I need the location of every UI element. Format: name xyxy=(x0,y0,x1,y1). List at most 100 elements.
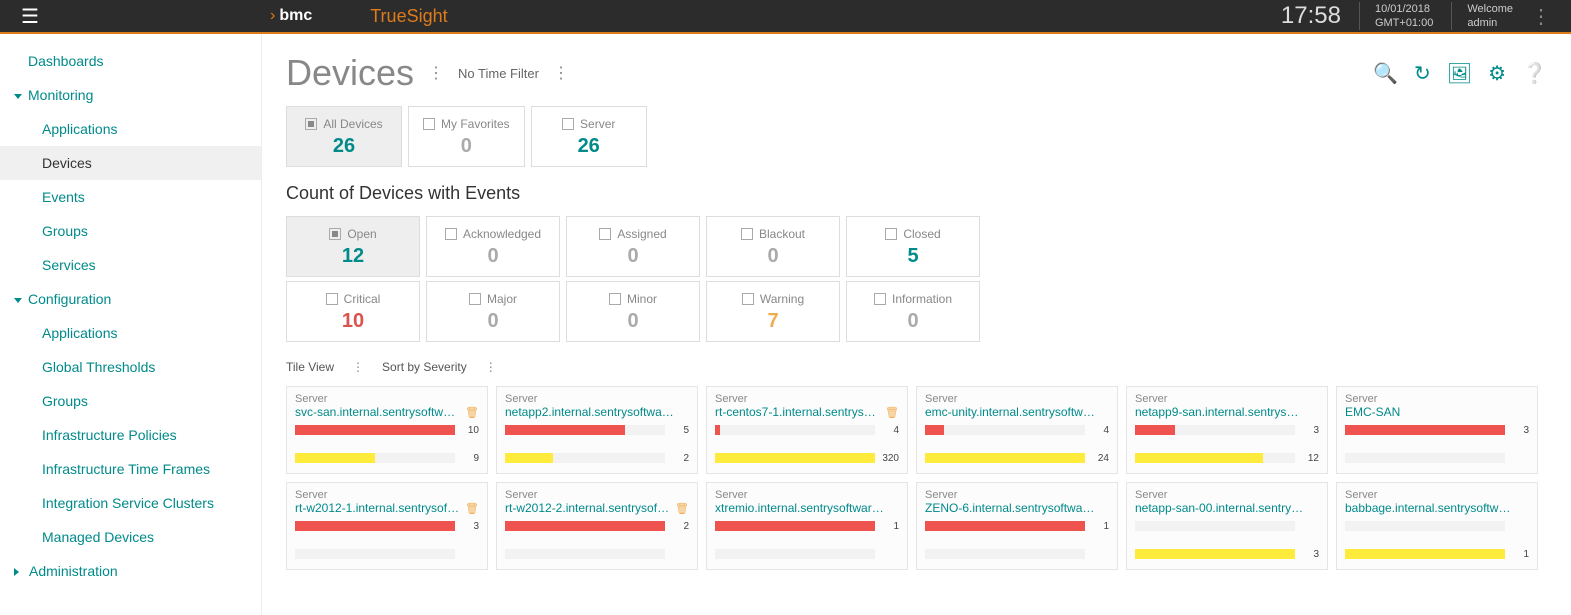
trash-icon[interactable]: 🗑 xyxy=(675,502,689,515)
image-icon[interactable]: 🖼 xyxy=(1447,61,1472,86)
filter-tile-information[interactable]: Information0 xyxy=(846,281,980,342)
header-right: 17:58 10/01/2018 GMT+01:00 Welcome admin… xyxy=(1281,2,1571,31)
device-name-link[interactable]: netapp9-san.internal.sentrysoftw… xyxy=(1135,405,1305,419)
nav-configuration[interactable]: Configuration xyxy=(0,282,261,316)
nav-dashboards[interactable]: Dashboards xyxy=(0,44,261,78)
bmc-logo: ›bmc xyxy=(270,7,312,25)
sidebar-item-events[interactable]: Events xyxy=(0,180,261,214)
warning-bar: 9 xyxy=(295,451,479,465)
device-name-link[interactable]: xtremio.internal.sentrysoftware… xyxy=(715,501,885,515)
device-group-tabs: All Devices26My Favorites0Server26 xyxy=(286,106,1547,167)
help-icon[interactable]: ❔ xyxy=(1522,61,1547,86)
device-card[interactable]: Serverbabbage.internal.sentrysoftware.…1 xyxy=(1336,482,1538,570)
device-card[interactable]: Serverrt-w2012-2.internal.sentrysoftw…🗑2 xyxy=(496,482,698,570)
sidebar-item-groups[interactable]: Groups xyxy=(0,384,261,418)
device-type-label: Server xyxy=(1345,393,1529,405)
sidebar-item-managed-devices[interactable]: Managed Devices xyxy=(0,520,261,554)
sort-mode[interactable]: Sort by Severity xyxy=(382,360,467,374)
filter-tile-open[interactable]: Open12 xyxy=(286,216,420,277)
device-name-link[interactable]: rt-w2012-1.internal.sentrysoftw… xyxy=(295,501,461,515)
gear-icon[interactable]: ⚙ xyxy=(1488,61,1506,86)
device-card[interactable]: Serverrt-w2012-1.internal.sentrysoftw…🗑3 xyxy=(286,482,488,570)
trash-icon[interactable]: 🗑 xyxy=(885,406,899,419)
header-menu-icon[interactable]: ⋮ xyxy=(1531,4,1551,29)
device-type-label: Server xyxy=(1135,393,1319,405)
warning-bar: 3 xyxy=(1135,547,1319,561)
sidebar-item-applications[interactable]: Applications xyxy=(0,316,261,350)
critical-bar: 4 xyxy=(925,423,1109,437)
critical-bar: 3 xyxy=(1345,423,1529,437)
welcome-label: Welcome xyxy=(1467,2,1513,16)
device-name-link[interactable]: emc-unity.internal.sentrysoftware… xyxy=(925,405,1095,419)
device-card[interactable]: Serverxtremio.internal.sentrysoftware… 1 xyxy=(706,482,908,570)
checkbox-icon xyxy=(305,118,317,130)
device-name-link[interactable]: svc-san.internal.sentrysoftware.net xyxy=(295,405,461,419)
date: 10/01/2018 xyxy=(1375,2,1433,16)
device-card[interactable]: Servernetapp-san-00.internal.sentrysoft…… xyxy=(1126,482,1328,570)
device-name-link[interactable]: rt-centos7-1.internal.sentrysoft… xyxy=(715,405,881,419)
user-name: admin xyxy=(1467,16,1513,30)
device-card[interactable]: Serverrt-centos7-1.internal.sentrysoft… 🗑… xyxy=(706,386,908,474)
trash-icon[interactable]: 🗑 xyxy=(465,502,479,515)
device-type-label: Server xyxy=(505,393,689,405)
device-type-label: Server xyxy=(715,393,899,405)
device-name-link[interactable]: ZENO-6.internal.sentrysoftware.net xyxy=(925,501,1095,515)
filter-tile-closed[interactable]: Closed5 xyxy=(846,216,980,277)
sidebar-item-groups[interactable]: Groups xyxy=(0,214,261,248)
device-card[interactable]: Serveremc-unity.internal.sentrysoftware…… xyxy=(916,386,1118,474)
checkbox-icon xyxy=(609,293,621,305)
sidebar-item-applications[interactable]: Applications xyxy=(0,112,261,146)
user-col: Welcome admin xyxy=(1451,2,1513,31)
device-card[interactable]: Servernetapp2.internal.sentrysoftware.ne… xyxy=(496,386,698,474)
device-name-link[interactable]: EMC-SAN xyxy=(1345,405,1400,419)
sort-menu-icon[interactable]: ⋮ xyxy=(485,360,497,374)
device-name-link[interactable]: babbage.internal.sentrysoftware.… xyxy=(1345,501,1515,515)
device-card[interactable]: ServerZENO-6.internal.sentrysoftware.net… xyxy=(916,482,1118,570)
critical-bar: 1 xyxy=(715,519,899,533)
device-name-link[interactable]: rt-w2012-2.internal.sentrysoftw… xyxy=(505,501,671,515)
filter-tile-blackout[interactable]: Blackout0 xyxy=(706,216,840,277)
sidebar-item-devices[interactable]: Devices xyxy=(0,146,261,180)
sidebar-item-infrastructure-time-frames[interactable]: Infrastructure Time Frames xyxy=(0,452,261,486)
filter-tile-server[interactable]: Server26 xyxy=(531,106,647,167)
critical-bar: 2 xyxy=(505,519,689,533)
time-filter-label[interactable]: No Time Filter xyxy=(458,66,539,81)
warning-bar: 1 xyxy=(1345,547,1529,561)
sidebar-item-global-thresholds[interactable]: Global Thresholds xyxy=(0,350,261,384)
filter-menu-icon[interactable]: ⋮ xyxy=(428,63,444,83)
view-mode[interactable]: Tile View xyxy=(286,360,334,374)
device-card[interactable]: Serversvc-san.internal.sentrysoftware.ne… xyxy=(286,386,488,474)
device-name-link[interactable]: netapp-san-00.internal.sentrysoft… xyxy=(1135,501,1305,515)
filter-tile-warning[interactable]: Warning7 xyxy=(706,281,840,342)
checkbox-icon xyxy=(469,293,481,305)
event-severity-tabs: Critical10Major0Minor0Warning7Informatio… xyxy=(286,281,1547,342)
caret-down-icon xyxy=(14,298,22,303)
device-type-label: Server xyxy=(295,393,479,405)
trash-icon[interactable]: 🗑 xyxy=(465,406,479,419)
sidebar-item-infrastructure-policies[interactable]: Infrastructure Policies xyxy=(0,418,261,452)
search-icon[interactable]: 🔍 xyxy=(1373,61,1398,86)
timezone: GMT+01:00 xyxy=(1375,16,1433,30)
page-title: Devices xyxy=(286,52,414,94)
nav-administration[interactable]: Administration xyxy=(0,554,261,588)
filter-tile-major[interactable]: Major0 xyxy=(426,281,560,342)
critical-bar: 3 xyxy=(1135,423,1319,437)
device-name-link[interactable]: netapp2.internal.sentrysoftware.net xyxy=(505,405,675,419)
filter-options-icon[interactable]: ⋮ xyxy=(553,63,569,83)
filter-tile-my-favorites[interactable]: My Favorites0 xyxy=(408,106,525,167)
nav-monitoring[interactable]: Monitoring xyxy=(0,78,261,112)
filter-tile-minor[interactable]: Minor0 xyxy=(566,281,700,342)
refresh-icon[interactable]: ↻ xyxy=(1414,61,1431,86)
filter-tile-critical[interactable]: Critical10 xyxy=(286,281,420,342)
menu-toggle-icon[interactable]: ☰ xyxy=(0,4,40,29)
filter-tile-assigned[interactable]: Assigned0 xyxy=(566,216,700,277)
device-card[interactable]: Servernetapp9-san.internal.sentrysoftw… 3… xyxy=(1126,386,1328,474)
sidebar-item-services[interactable]: Services xyxy=(0,248,261,282)
device-card[interactable]: ServerEMC-SAN 3 xyxy=(1336,386,1538,474)
device-type-label: Server xyxy=(715,489,899,501)
product-name: TrueSight xyxy=(370,6,447,27)
filter-tile-all-devices[interactable]: All Devices26 xyxy=(286,106,402,167)
filter-tile-acknowledged[interactable]: Acknowledged0 xyxy=(426,216,560,277)
view-menu-icon[interactable]: ⋮ xyxy=(352,360,364,374)
sidebar-item-integration-service-clusters[interactable]: Integration Service Clusters xyxy=(0,486,261,520)
